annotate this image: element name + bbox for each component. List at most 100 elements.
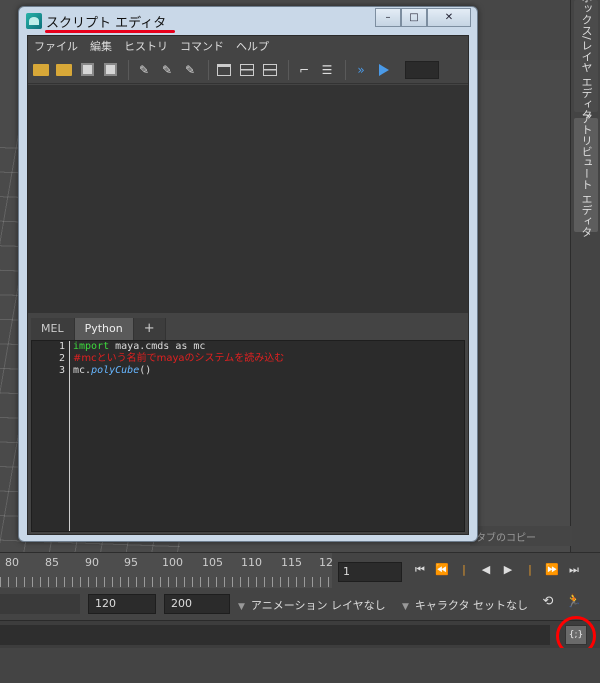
menu-help[interactable]: ヘルプ [236, 38, 269, 54]
current-frame-field[interactable]: 1 [338, 562, 402, 582]
code-text: mc. [73, 365, 92, 376]
maximize-button[interactable]: □ [401, 8, 427, 27]
range-start-area[interactable] [0, 594, 80, 614]
time-ruler[interactable]: 80 85 90 95 100 105 110 115 12 [0, 553, 333, 589]
code-text: () [139, 365, 152, 376]
character-set-dropdown[interactable]: ▼ キャラクタ セットなし [398, 594, 536, 614]
tick-label: 80 [5, 556, 19, 569]
panel-split-icon [263, 63, 277, 76]
window-controls: – □ ✕ [375, 8, 471, 27]
menu-edit[interactable]: 編集 [90, 38, 112, 54]
folder-icon [33, 63, 49, 76]
save-to-shelf-button[interactable] [100, 60, 120, 80]
tick-label: 105 [202, 556, 223, 569]
line-number-gutter: 1 2 3 [32, 341, 70, 531]
step-back-frame-button[interactable]: | [456, 563, 472, 579]
script-editor-client: ファイル 編集 ヒストリ コマンド ヘルプ ✎ ✎ ✎ ⌐ ☰ » MEL Py… [27, 35, 469, 535]
code-body: import maya.cmds as mc #mcという名前でmayaのシステ… [73, 341, 284, 377]
minimize-button[interactable]: – [375, 8, 401, 27]
show-both-button[interactable] [260, 60, 280, 80]
floppy-icon [80, 63, 94, 76]
tab-python[interactable]: Python [74, 318, 134, 340]
side-tab-label: アトリビュート エディタ [580, 112, 593, 238]
toolbar-separator [208, 59, 209, 80]
step-forward-key-button[interactable]: ⏩ [544, 563, 560, 579]
code-editor[interactable]: 1 2 3 import maya.cmds as mc #mcという名前でma… [31, 340, 465, 532]
play-forward-button[interactable]: ▶ [500, 563, 516, 579]
tick-label: 95 [124, 556, 138, 569]
script-editor-window: スクリプト エディタ – □ ✕ ファイル 編集 ヒストリ コマンド ヘルプ ✎… [18, 6, 478, 542]
code-line: #mcという名前でmayaのシステムを読み込む [73, 353, 284, 365]
clear-input-button[interactable]: ✎ [157, 60, 177, 80]
anim-end-field[interactable]: 200 [164, 594, 230, 614]
execute-button[interactable] [374, 60, 394, 80]
echo-icon: ⌐ [298, 62, 310, 77]
window-title: スクリプト エディタ [46, 16, 167, 31]
side-tab-channel-box[interactable]: ボックス/レイヤ エディタ [574, 0, 598, 120]
step-back-key-button[interactable]: ⏪ [434, 563, 450, 579]
menu-file[interactable]: ファイル [34, 38, 78, 54]
echo-commands-button[interactable]: ⌐ [294, 60, 314, 80]
tick-label: 85 [45, 556, 59, 569]
character-set-label: キャラクタ セットなし [414, 599, 528, 612]
floppy-icon [103, 63, 117, 76]
code-line: mc.polyCube() [73, 365, 284, 377]
code-comment: #mcという名前でmayaのシステムを読み込む [73, 353, 285, 364]
execute-all-button[interactable]: » [351, 60, 371, 80]
side-tab-attribute-editor[interactable]: アトリビュート エディタ [574, 113, 598, 237]
show-input-button[interactable] [237, 60, 257, 80]
search-field[interactable] [405, 60, 439, 79]
tab-mel[interactable]: MEL [31, 318, 75, 340]
range-slider: 120 200 ▼ アニメーション レイヤなし ▼ キャラクタ セットなし ⟲ 🏃 [0, 588, 600, 620]
clear-all-button[interactable]: ✎ [180, 60, 200, 80]
eraser-icon: ✎ [138, 62, 150, 77]
toolbar-separator [288, 59, 289, 80]
go-to-end-button[interactable]: ⏭ [566, 563, 582, 579]
range-end-field[interactable]: 120 [88, 594, 156, 614]
editor-tabs: MEL Python + [31, 318, 166, 340]
add-tab-button[interactable]: + [133, 318, 166, 340]
history-output-panel[interactable] [28, 85, 468, 313]
toolbar-separator [128, 59, 129, 80]
clear-history-button[interactable]: ✎ [134, 60, 154, 80]
keyword-import: import [73, 341, 110, 352]
source-script-button[interactable] [54, 60, 74, 80]
command-input[interactable] [0, 625, 550, 645]
tick-marks [0, 577, 332, 587]
go-to-start-button[interactable]: ⏮ [412, 563, 428, 579]
auto-key-icon[interactable]: ⟲ [538, 594, 558, 614]
tick-label: 90 [85, 556, 99, 569]
viewport-header [480, 0, 570, 60]
title-bar[interactable]: スクリプト エディタ – □ ✕ [19, 7, 477, 35]
tick-label: 115 [281, 556, 302, 569]
eraser-icon: ✎ [184, 62, 196, 77]
command-line: {;} [0, 620, 600, 648]
line-numbers-button[interactable]: ☰ [317, 60, 337, 80]
anim-layer-label: アニメーション レイヤなし [250, 599, 386, 612]
save-script-button[interactable] [77, 60, 97, 80]
code-text: maya.cmds as mc [109, 341, 206, 352]
toolbar-separator [345, 59, 346, 80]
menu-history[interactable]: ヒストリ [124, 38, 168, 54]
line-number: 3 [58, 365, 65, 376]
anim-layer-dropdown[interactable]: ▼ アニメーション レイヤなし [234, 594, 392, 614]
code-function: polyCube [91, 365, 140, 376]
toolbar: ✎ ✎ ✎ ⌐ ☰ » [28, 56, 468, 84]
show-history-button[interactable] [214, 60, 234, 80]
fast-forward-icon: » [357, 62, 365, 77]
close-button[interactable]: ✕ [427, 8, 471, 27]
play-backward-button[interactable]: ◀ [478, 563, 494, 579]
tick-label: 12 [319, 556, 333, 569]
copy-tab-label[interactable]: タブのコピー [470, 526, 572, 546]
step-forward-frame-button[interactable]: | [522, 563, 538, 579]
panel-bottom-icon [240, 63, 254, 76]
tick-label: 100 [162, 556, 183, 569]
line-number: 1 [58, 341, 65, 352]
open-script-button[interactable] [31, 60, 51, 80]
time-slider: 80 85 90 95 100 105 110 115 12 1 ⏮ ⏪ | ◀… [0, 552, 600, 589]
preferences-runner-icon[interactable]: 🏃 [564, 594, 584, 614]
chevron-down-icon: ▼ [402, 602, 409, 612]
eraser-icon: ✎ [161, 62, 173, 77]
menu-command[interactable]: コマンド [180, 38, 224, 54]
red-underline-annotation [45, 30, 175, 33]
